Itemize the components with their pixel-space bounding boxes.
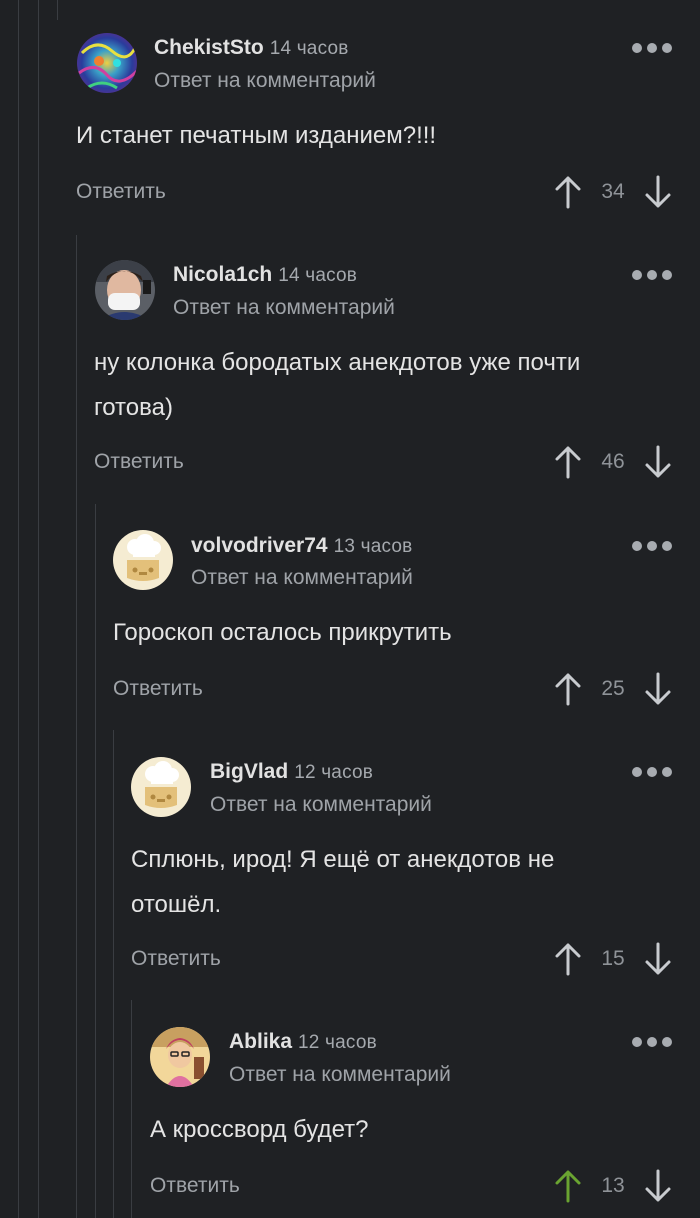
default-chef-avatar-icon[interactable] (131, 757, 191, 817)
upvote-arrow-icon[interactable] (554, 445, 582, 479)
vote-controls: 46 (0, 442, 672, 482)
reply-to-label[interactable]: Ответ на комментарий (173, 296, 395, 320)
upvote-arrow-icon[interactable] (554, 942, 582, 976)
reply-to-label[interactable]: Ответ на комментарий (191, 566, 413, 590)
comment-text: Гороскоп осталось прикрутить (113, 619, 452, 646)
comment-author[interactable]: ChekistSto 14 часов (154, 36, 349, 60)
reply-to-label[interactable]: Ответ на комментарий (154, 69, 376, 93)
downvote-arrow-icon[interactable] (644, 445, 672, 479)
comment-time: 13 часов (333, 536, 413, 557)
upvote-arrow-icon[interactable] (554, 175, 582, 209)
psychedelic-avatar-icon[interactable] (77, 33, 137, 93)
comment-text: Сплюнь, ирод! Я ещё от анекдотов не отош… (131, 846, 555, 918)
downvote-arrow-icon[interactable] (644, 175, 672, 209)
more-options-icon[interactable] (632, 268, 672, 282)
comment-author[interactable]: volvodriver74 13 часов (191, 534, 412, 558)
comment-time: 14 часов (278, 265, 358, 286)
comment-time: 12 часов (298, 1032, 377, 1053)
reply-to-label[interactable]: Ответ на комментарий (210, 793, 432, 817)
comment-text: И станет печатным изданием?!!! (76, 122, 437, 149)
comment-text: ну колонка бородатых анекдотов уже почти… (94, 349, 581, 421)
vote-score: 46 (601, 450, 625, 473)
comment-author[interactable]: Ablika 12 часов (229, 1030, 377, 1054)
vote-score: 13 (601, 1174, 625, 1197)
thread-line (57, 0, 58, 20)
vote-score: 25 (601, 677, 625, 700)
reply-to-label[interactable]: Ответ на комментарий (229, 1063, 451, 1087)
thread-line (95, 504, 96, 1218)
more-options-icon[interactable] (632, 41, 672, 55)
comment-author[interactable]: BigVlad 12 часов (210, 760, 373, 784)
downvote-arrow-icon[interactable] (644, 1169, 672, 1203)
vote-controls: 25 (0, 669, 672, 709)
upvote-arrow-icon[interactable] (554, 672, 582, 706)
default-chef-avatar-icon[interactable] (113, 530, 173, 590)
comment-time: 12 часов (294, 762, 374, 783)
person-photo-avatar-icon[interactable] (95, 260, 155, 320)
more-options-icon[interactable] (632, 765, 672, 779)
more-options-icon[interactable] (632, 539, 672, 553)
vote-controls: 13 (0, 1166, 672, 1206)
downvote-arrow-icon[interactable] (644, 672, 672, 706)
vote-controls: 34 (0, 172, 672, 212)
cartoon-avatar-icon[interactable] (150, 1027, 210, 1087)
comment-text: А кроссворд будет? (150, 1116, 369, 1143)
upvote-arrow-icon[interactable] (554, 1169, 582, 1203)
vote-score: 15 (601, 947, 625, 970)
comment-author[interactable]: Nicola1ch 14 часов (173, 263, 357, 287)
comment-time: 14 часов (269, 38, 349, 59)
downvote-arrow-icon[interactable] (644, 942, 672, 976)
vote-score: 34 (601, 180, 625, 203)
thread-line (76, 235, 77, 1218)
vote-controls: 15 (0, 939, 672, 979)
more-options-icon[interactable] (632, 1035, 672, 1049)
